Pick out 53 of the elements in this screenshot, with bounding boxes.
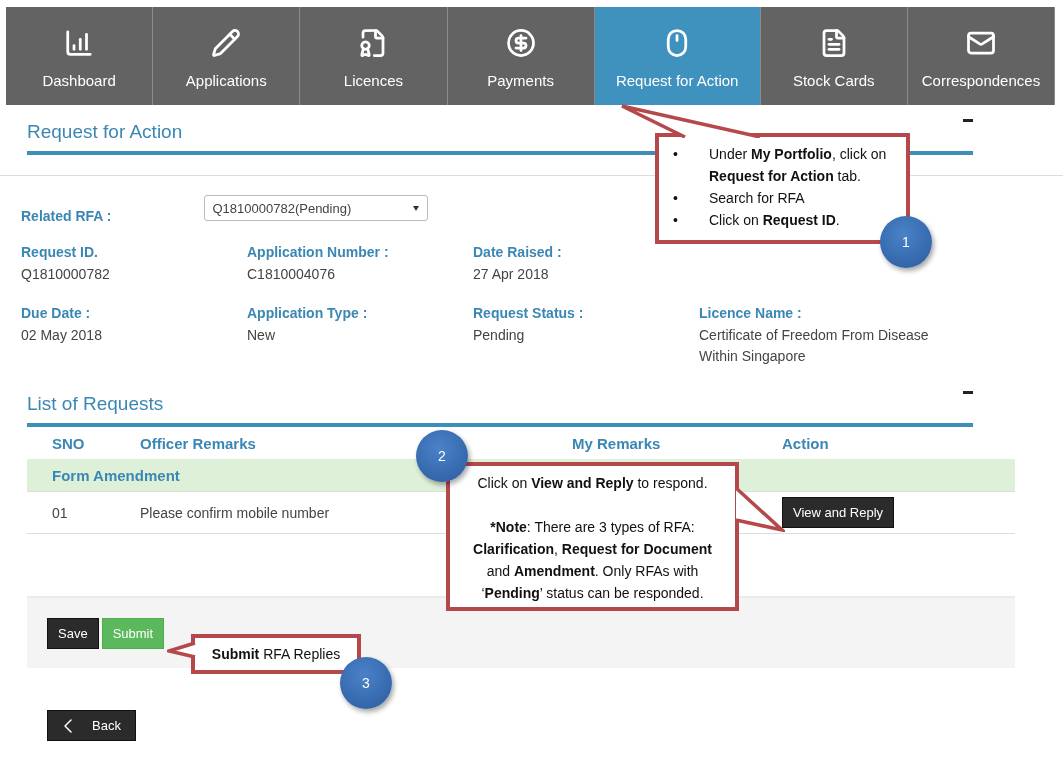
field-value: Q1810000782	[21, 265, 111, 284]
field-value: New	[247, 326, 276, 345]
save-button[interactable]: Save	[47, 617, 99, 649]
column-header: SNO	[52, 434, 86, 452]
collapse-icon[interactable]	[963, 119, 973, 122]
field-label: Related RFA :	[21, 208, 112, 224]
field-value: 27 Apr 2018	[473, 265, 550, 284]
field-label: Request ID.	[21, 244, 99, 260]
back-button[interactable]: Back	[47, 710, 136, 741]
bullet-mark: •	[673, 145, 679, 164]
field-label: Request Status :	[473, 305, 585, 321]
nav-tab[interactable]: Request for Action	[594, 7, 761, 105]
nav-tab[interactable]: Stock Cards	[760, 7, 908, 105]
step-badge: 1	[880, 216, 932, 268]
nav-tab[interactable]: Payments	[447, 7, 595, 105]
field-label: Date Raised :	[473, 244, 563, 260]
section-title: Request for Action	[27, 121, 183, 143]
step-badge: 3	[340, 657, 392, 709]
callout-text: Search for RFA	[709, 189, 805, 208]
field-value: Pending	[473, 326, 526, 345]
callout-text: Submit RFA Replies	[210, 645, 342, 664]
field-value: C1810004076	[247, 265, 336, 284]
column-header: Officer Remarks	[140, 434, 257, 452]
callout-text: *Note: There are 3 types of RFA: Clarification, Request for Document and Amendment. Only RFAs with ‘Pending’ status can be responded.	[472, 518, 713, 603]
callout-text: Click on View and Reply to respond.	[476, 474, 709, 493]
field-label: Application Number :	[247, 244, 390, 260]
caret-icon	[412, 205, 419, 211]
section-title: List of Requests	[27, 393, 164, 415]
table-cell-text: Please confirm mobile number	[140, 504, 331, 521]
nav-tab[interactable]: Licences	[300, 7, 448, 105]
callout-text: Click on Request ID.	[709, 211, 840, 230]
column-header: Action	[782, 434, 830, 452]
field-value: Certificate of Freedom From Disease Within Singapore	[699, 326, 930, 366]
pencil-icon	[211, 28, 242, 58]
collapse-icon[interactable]	[963, 391, 973, 394]
callout-text: Under My Portfolio, click on Request for Action tab.	[709, 145, 888, 186]
field-value: 02 May 2018	[21, 326, 103, 345]
field-label: Due Date :	[21, 305, 92, 321]
nav-tab[interactable]: Applications	[153, 7, 301, 105]
bullet-mark: •	[673, 211, 679, 230]
dollar-icon	[505, 28, 536, 58]
nav-tab[interactable]: Dashboard	[6, 7, 154, 105]
nav-tab[interactable]: Correspondences	[907, 7, 1056, 105]
column-header: My Remarks	[572, 434, 662, 452]
field-label: Application Type :	[247, 305, 369, 321]
group-heading: Form Amendment	[52, 466, 180, 484]
step-badge: 2	[416, 430, 468, 482]
table-cell-text: 01	[52, 504, 69, 521]
field-label: Licence Name :	[699, 305, 803, 321]
view-and-reply-button[interactable]: View and Reply	[782, 497, 895, 528]
bullet-mark: •	[673, 189, 679, 208]
chart-icon	[64, 28, 95, 58]
rfa-select[interactable]: Q1810000782(Pending)	[203, 195, 428, 221]
